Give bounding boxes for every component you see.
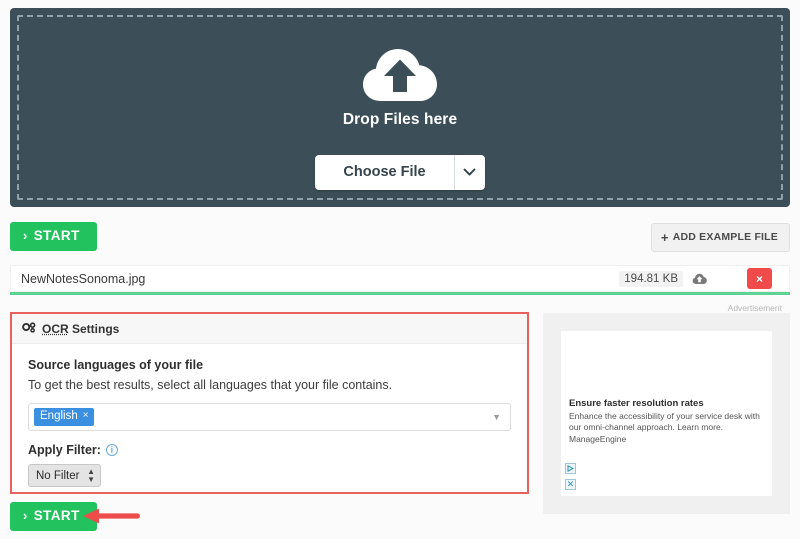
chevron-right-icon: ›	[23, 508, 28, 524]
action-toolbar: › START + ADD EXAMPLE FILE	[10, 222, 790, 254]
apply-filter-row: Apply Filter: i	[28, 443, 511, 457]
close-icon[interactable]: ✕	[565, 479, 576, 490]
advertisement-label: Advertisement	[727, 303, 782, 313]
settings-word: Settings	[68, 321, 120, 336]
stepper-arrows-icon: ▲ ▼	[87, 468, 95, 483]
ocr-settings-header: OCR Settings	[12, 314, 527, 344]
apply-filter-select[interactable]: No Filter ▲ ▼	[28, 464, 101, 487]
ocr-settings-panel: OCR Settings Source languages of your fi…	[10, 312, 529, 494]
apply-filter-label: Apply Filter:	[28, 443, 101, 457]
plus-icon: +	[660, 230, 669, 245]
chevron-down-icon[interactable]: ▼	[492, 412, 501, 422]
cloud-upload-icon	[692, 272, 707, 285]
remove-file-button[interactable]: ×	[747, 268, 772, 289]
source-languages-help: To get the best results, select all lang…	[28, 378, 393, 392]
caret-down-icon: ▼	[87, 474, 95, 484]
file-size: 194.81 KB	[619, 270, 683, 287]
choose-file-button[interactable]: Choose File	[315, 155, 454, 190]
source-languages-label: Source languages of your file	[28, 358, 204, 372]
apply-filter-value: No Filter	[36, 469, 80, 482]
language-tag-english[interactable]: English ×	[34, 407, 94, 427]
chevron-down-icon[interactable]	[453, 155, 485, 190]
advertisement-body: Enhance the accessibility of your servic…	[569, 411, 760, 444]
cloud-upload-icon	[361, 43, 439, 105]
drop-files-text: Drop Files here	[342, 111, 458, 128]
start-button-top-label: START	[33, 228, 80, 243]
file-name: NewNotesSonoma.jpg	[21, 271, 146, 286]
gears-icon	[22, 321, 36, 336]
language-multiselect[interactable]: English × ▼	[28, 403, 511, 431]
ocr-settings-body: Source languages of your file To get the…	[12, 344, 527, 487]
start-button-bottom-label: START	[33, 508, 80, 523]
dropzone-dashed-area[interactable]: Drop Files here Choose File	[17, 15, 783, 200]
chevron-right-icon: ›	[23, 228, 28, 244]
ocr-settings-title: OCR Settings	[42, 322, 119, 336]
start-button-top[interactable]: › START	[10, 222, 97, 251]
red-pointer-arrow	[83, 507, 143, 525]
ocr-abbr: OCR	[42, 321, 69, 336]
add-example-file-button[interactable]: + ADD EXAMPLE FILE	[650, 223, 790, 252]
close-icon[interactable]: ×	[83, 410, 89, 422]
uploaded-file-row: NewNotesSonoma.jpg 194.81 KB ×	[10, 265, 790, 295]
choose-file-group[interactable]: Choose File	[315, 155, 485, 190]
language-tag-label: English	[40, 409, 78, 422]
add-example-file-label: ADD EXAMPLE FILE	[672, 231, 778, 244]
info-icon[interactable]: i	[105, 444, 118, 456]
adchoices-triangle-icon[interactable]	[565, 463, 576, 474]
file-dropzone[interactable]: Drop Files here Choose File	[10, 8, 790, 207]
advertisement-creative[interactable]: Ensure faster resolution rates Enhance t…	[561, 331, 772, 496]
advertisement-copy: Ensure faster resolution rates Enhance t…	[569, 398, 766, 445]
advertisement-title: Ensure faster resolution rates	[569, 398, 704, 409]
